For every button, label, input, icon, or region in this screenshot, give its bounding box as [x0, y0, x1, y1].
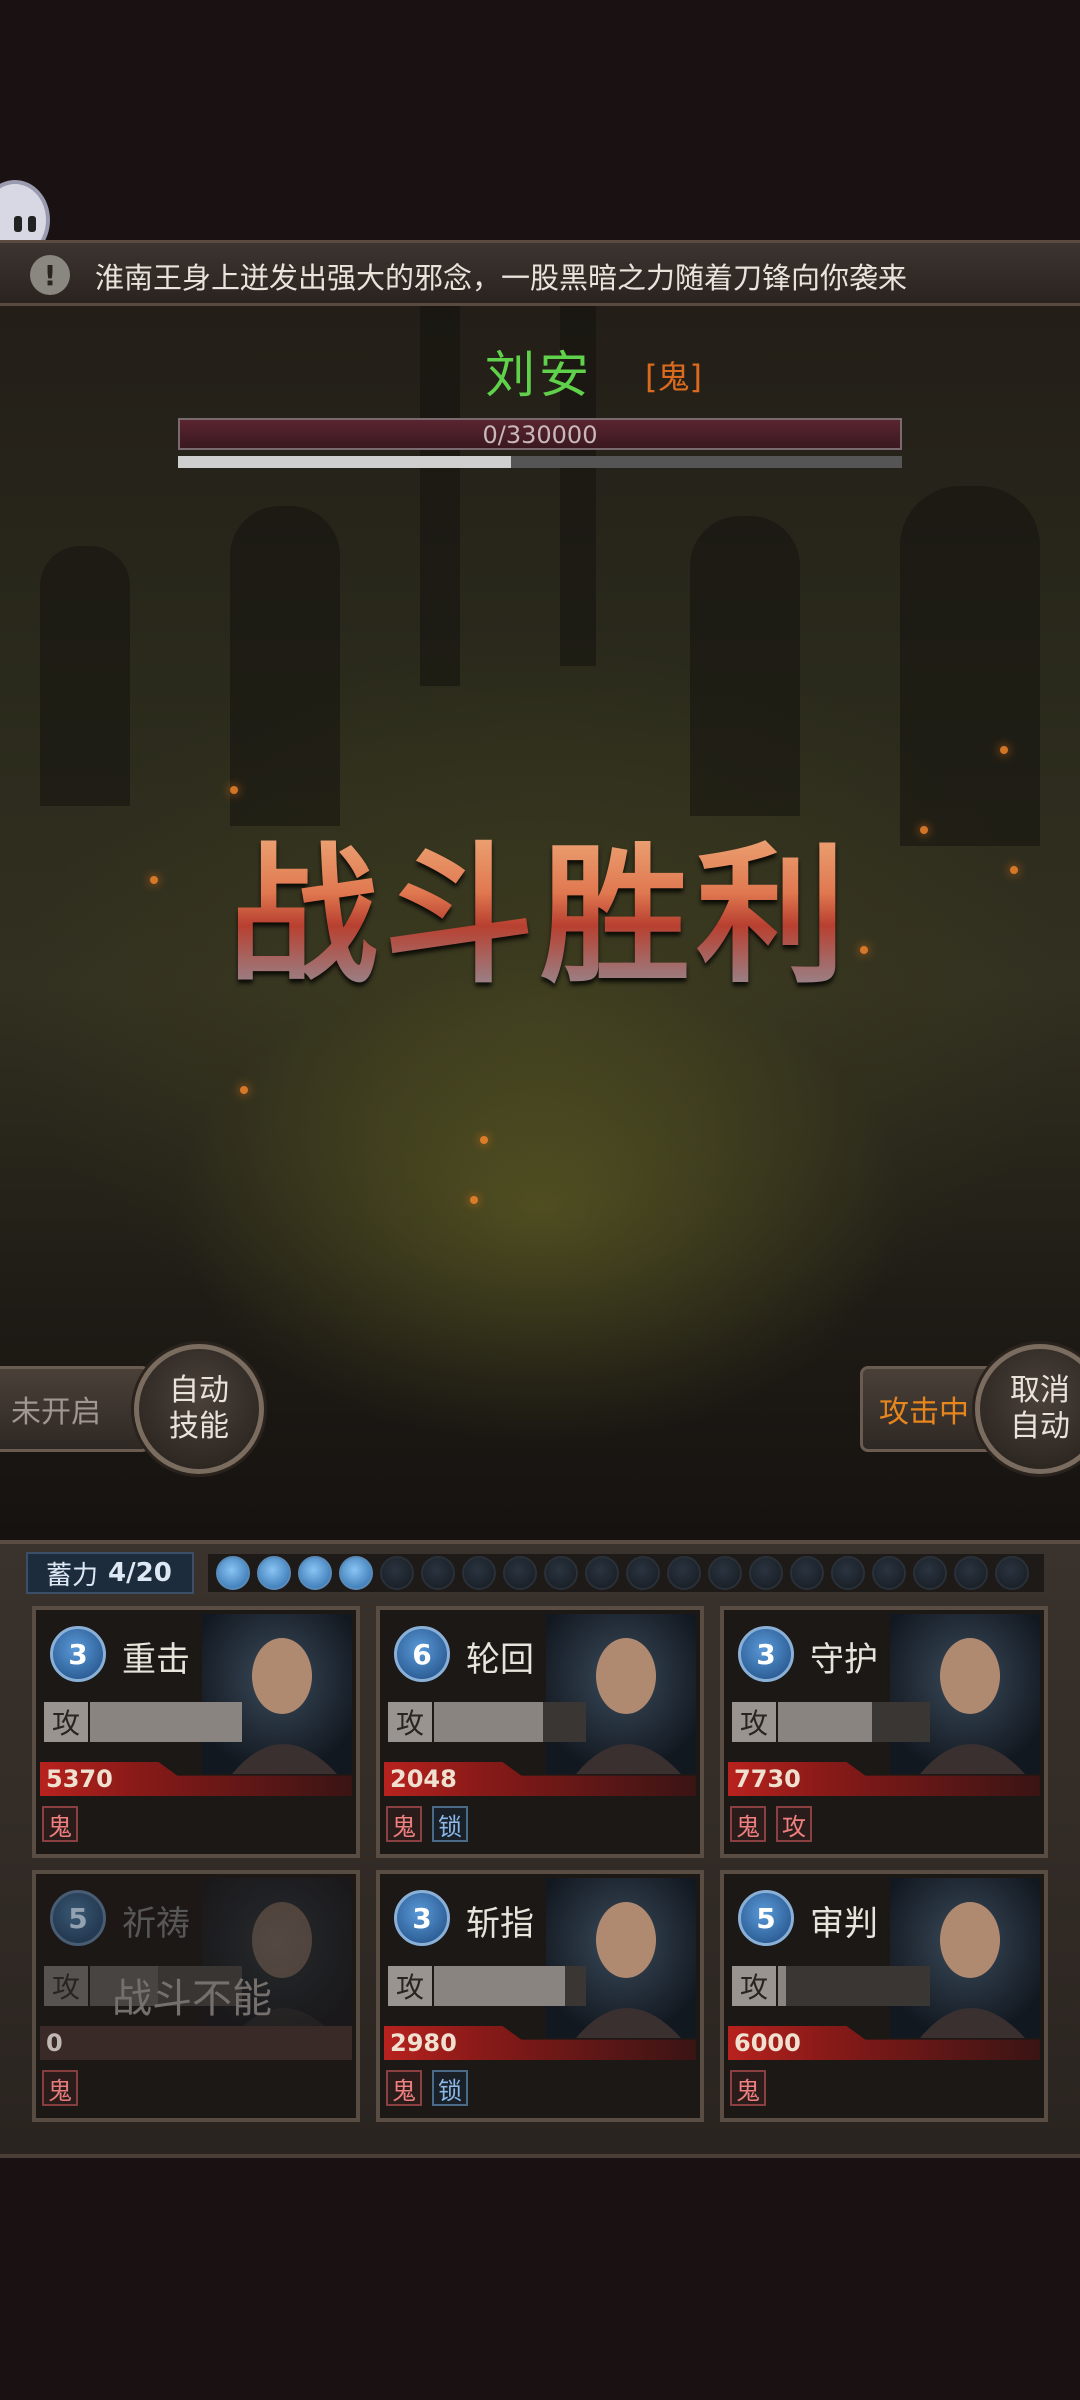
- auto-skill-button[interactable]: 自动 技能: [134, 1344, 264, 1474]
- skill-level-badge: 3: [394, 1890, 450, 1946]
- charge-pip: [462, 1556, 496, 1590]
- skill-name: 轮回: [466, 1640, 534, 1680]
- charge-pip: [216, 1556, 250, 1590]
- charge-pip: [790, 1556, 824, 1590]
- character-portrait: [546, 1878, 696, 2038]
- charge-pip: [872, 1556, 906, 1590]
- boss-sub-progress-fill: [178, 456, 512, 468]
- trait-tag: 攻: [776, 1806, 812, 1842]
- skill-card[interactable]: 3 守护攻 7730 鬼攻: [720, 1606, 1048, 1858]
- skill-name: 祈祷: [122, 1904, 190, 1944]
- charge-pip: [544, 1556, 578, 1590]
- attack-type-tag: 攻: [44, 1702, 88, 1742]
- attack-type-tag: 攻: [388, 1966, 432, 2006]
- skill-level-badge: 5: [50, 1890, 106, 1946]
- character-portrait: [546, 1614, 696, 1774]
- cancel-auto-label-line2: 自动: [1010, 1409, 1070, 1444]
- skill-level-badge: 3: [738, 1626, 794, 1682]
- trait-tag: 鬼: [386, 1806, 422, 1842]
- trait-tag: 锁: [432, 2070, 468, 2106]
- skill-card[interactable]: 3 重击攻 5370 鬼: [32, 1606, 360, 1858]
- charge-pip: [667, 1556, 701, 1590]
- skill-level-badge: 6: [394, 1626, 450, 1682]
- trait-tag: 鬼: [730, 1806, 766, 1842]
- attack-type-tag: 攻: [388, 1702, 432, 1742]
- skill-name: 重击: [122, 1640, 190, 1680]
- notice-text: 淮南王身上迸发出强大的邪念，一股黑暗之力随着刀锋向你袭来: [95, 261, 908, 295]
- auto-skill-label-line2: 技能: [169, 1409, 229, 1444]
- boss-hp-text: 0/330000: [482, 421, 598, 449]
- charge-track: [206, 1552, 1046, 1594]
- attack-gauge-fill: [778, 1702, 873, 1742]
- trait-tags: 鬼: [730, 2070, 766, 2106]
- auto-skill-label-line1: 自动: [169, 1373, 229, 1408]
- skill-name: 审判: [810, 1904, 878, 1944]
- skill-card[interactable]: 5 审判攻 6000 鬼: [720, 1870, 1048, 2122]
- attack-type-tag: 攻: [732, 1702, 776, 1742]
- charge-pip: [831, 1556, 865, 1590]
- skill-card[interactable]: 6 轮回攻 2048 鬼锁: [376, 1606, 704, 1858]
- auto-attack-status: 攻击中: [860, 1366, 990, 1452]
- boss-name: 刘安: [485, 346, 593, 404]
- trait-tags: 鬼锁: [386, 1806, 468, 1842]
- skill-name: 斩指: [466, 1904, 534, 1944]
- attack-gauge-fill: [778, 1966, 786, 2006]
- charge-pip: [954, 1556, 988, 1590]
- charge-pip: [298, 1556, 332, 1590]
- charge-pip: [995, 1556, 1029, 1590]
- trait-tags: 鬼: [42, 1806, 78, 1842]
- attack-gauge-fill: [434, 1966, 565, 2006]
- battle-victory-title: 战斗胜利: [200, 795, 880, 1012]
- attack-gauge: [90, 1702, 242, 1742]
- skill-card[interactable]: 3 斩指攻 2980 鬼锁: [376, 1870, 704, 2122]
- attack-gauge: [434, 1702, 586, 1742]
- cannot-fight-label: 战斗不能: [112, 1976, 272, 2022]
- attack-gauge-fill: [90, 1702, 242, 1742]
- character-portrait: [202, 1614, 352, 1774]
- charge-counter: 蓄力 4/20: [26, 1552, 194, 1594]
- charge-pip: [626, 1556, 660, 1590]
- skill-level-badge: 5: [738, 1890, 794, 1946]
- attack-type-tag: 攻: [732, 1966, 776, 2006]
- power-value: 0: [40, 2026, 352, 2060]
- notice-banner: ! 淮南王身上迸发出强大的邪念，一股黑暗之力随着刀锋向你袭来: [0, 240, 1080, 306]
- trait-tag: 鬼: [42, 1806, 78, 1842]
- charge-pip: [339, 1556, 373, 1590]
- boss-sub-progress-bar: [178, 456, 902, 468]
- charge-pip: [708, 1556, 742, 1590]
- attack-gauge: [778, 1702, 930, 1742]
- trait-tag: 鬼: [42, 2070, 78, 2106]
- trait-tags: 鬼攻: [730, 1806, 812, 1842]
- trait-tags: 鬼: [42, 2070, 78, 2106]
- attack-gauge-fill: [434, 1702, 544, 1742]
- attack-type-tag: 攻: [44, 1966, 88, 2006]
- info-icon: !: [30, 255, 70, 295]
- trait-tag: 鬼: [730, 2070, 766, 2106]
- trait-tags: 鬼锁: [386, 2070, 468, 2106]
- charge-pip: [913, 1556, 947, 1590]
- charge-pip: [585, 1556, 619, 1590]
- auto-skill-status: 未开启: [0, 1366, 150, 1452]
- trait-tag: 鬼: [386, 2070, 422, 2106]
- attack-gauge: [778, 1966, 930, 2006]
- trait-tag: 锁: [432, 1806, 468, 1842]
- charge-pip: [380, 1556, 414, 1590]
- charge-pip: [421, 1556, 455, 1590]
- cancel-auto-label-line1: 取消: [1010, 1373, 1070, 1408]
- attack-gauge: [434, 1966, 586, 2006]
- boss-hp-bar: 0/330000: [178, 418, 902, 450]
- character-portrait: [890, 1614, 1040, 1774]
- charge-label: 蓄力: [46, 1560, 99, 1591]
- charge-value: 4/20: [108, 1558, 172, 1588]
- charge-pip: [257, 1556, 291, 1590]
- charge-pip: [503, 1556, 537, 1590]
- charge-pip: [749, 1556, 783, 1590]
- skill-card[interactable]: 5 祈祷攻战斗不能 0 鬼: [32, 1870, 360, 2122]
- boss-type-tag: [鬼]: [645, 358, 702, 396]
- skill-name: 守护: [810, 1640, 878, 1680]
- skill-level-badge: 3: [50, 1626, 106, 1682]
- character-portrait: [890, 1878, 1040, 2038]
